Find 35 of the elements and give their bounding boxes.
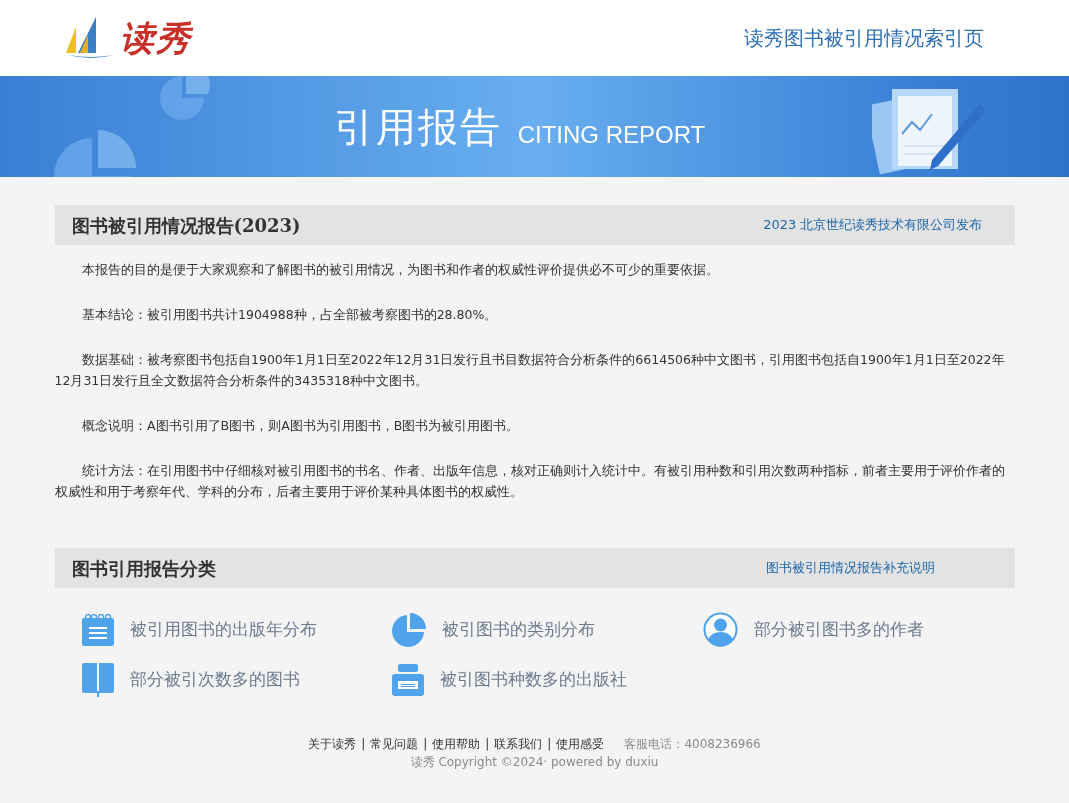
footer-link[interactable]: 使用感受 [556, 735, 605, 753]
category-link[interactable]: 被引用图书的出版年分布 [129, 616, 317, 643]
footer-link[interactable]: 联系我们 [494, 735, 543, 753]
category-link[interactable]: 被引图书的类别分布 [442, 616, 596, 643]
supplement-link[interactable]: 图书被引用情况报告补充说明 [765, 558, 935, 578]
banner-subtitle: CITING REPORT [517, 119, 706, 150]
publisher-link[interactable]: 2023 北京世纪读秀技术有限公司发布 [763, 215, 983, 235]
separator-text: | [546, 736, 553, 753]
pie-chart-drawing [160, 76, 210, 121]
report-paragraph: 本报告的目的是便于大家观察和了解图书的被引用情况，为图书和作者的权威性评价提供必不可少的重要依据。 [81, 261, 720, 279]
printer-icon [392, 664, 425, 696]
footer-link[interactable]: 使用帮助 [432, 735, 481, 753]
index-page-link[interactable]: 读秀图书被引用情况索引页 [744, 23, 984, 53]
report-paragraph: 数据基础：被考察图书包括自1900年1月1日至2022年12月31日发行且书目数据符合分析条件的6614506种中文图书，引用图书包括自1900年1月1日至2022年12月31日发行且全文数据符合分析条件的3435318种中文图书。 [54, 351, 1006, 390]
separator-text: | [360, 736, 367, 753]
category-link[interactable]: 部分被引次数多的图书 [129, 667, 300, 693]
separator-text: | [422, 736, 429, 753]
report-paragraph: 统计方法：在引用图书中仔细核对被引用图书的书名、作者、出版年信息，核对正确则计入统计中。有被引用种数和引用次数两种指标，前者主要用于评价作者的权威性和用于考察年代、学科的分布，后者主要用于评价某种具体图书的权威性。 [54, 462, 1006, 501]
footer-link[interactable]: 关于读秀 [308, 735, 357, 753]
book-icon [81, 663, 114, 697]
report-paragraph: 概念说明：A图书引用了B图书，则A图书为引用图书，B图书为被引用图书。 [81, 417, 521, 435]
hotline-text: 客服电话：4008236966 [624, 736, 761, 753]
report-paragraph: 基本结论：被引用图书共计1904988种，占全部被考察图书的28.80%。 [81, 306, 499, 324]
pie-chart-icon [392, 612, 427, 647]
category-link[interactable]: 部分被引图书多的作者 [754, 616, 925, 643]
section-title: 图书被引用情况报告(2023) [71, 213, 301, 238]
banner-title: 引用报告 [333, 102, 502, 152]
user-icon [703, 612, 739, 647]
footer-link[interactable]: 常见问题 [370, 735, 419, 753]
separator-text: | [484, 736, 491, 753]
copyright-text: 读秀 Copyright ©2024· powered by duxiu [409, 754, 660, 771]
notepad-icon [81, 613, 114, 646]
logo-text: 读秀 [120, 16, 192, 60]
section-title: 图书引用报告分类 [71, 556, 216, 581]
category-link[interactable]: 被引图书种数多的出版社 [440, 667, 628, 693]
